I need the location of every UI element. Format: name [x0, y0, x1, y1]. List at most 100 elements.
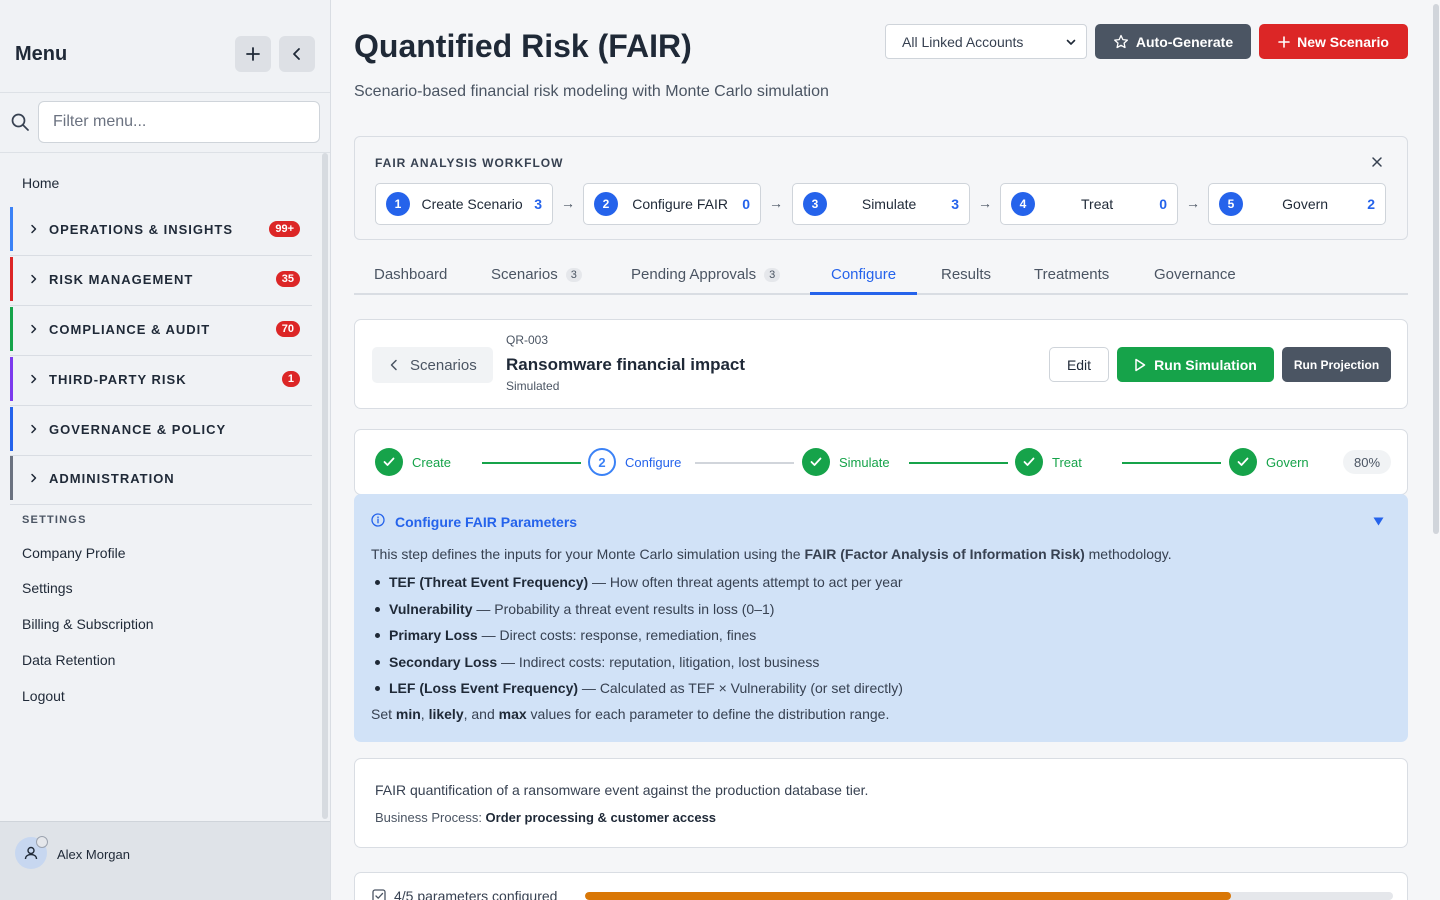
tab-treatments[interactable]: Treatments — [1034, 266, 1109, 283]
filter-menu-input[interactable] — [38, 101, 320, 143]
step-name: Treat — [1081, 196, 1114, 212]
tab-label: Dashboard — [374, 266, 448, 283]
count-badge: 70 — [275, 321, 300, 337]
checkbox-icon — [372, 889, 386, 900]
parameter-term: Secondary Loss — [389, 653, 498, 670]
main-scrollbar[interactable] — [1432, 0, 1440, 900]
foot-text: values for each parameter to define the … — [526, 706, 890, 722]
progress-step[interactable]: Create — [375, 448, 451, 476]
chevron-right-icon — [31, 473, 37, 483]
foot-min: min — [395, 706, 421, 722]
chevron-right-icon — [31, 424, 37, 434]
divider — [10, 405, 312, 406]
parameters-progress-bar — [585, 892, 1393, 900]
workflow-step[interactable]: 4 Treat 0 — [1000, 183, 1178, 225]
chevron-right-icon — [31, 374, 37, 384]
sidebar-group[interactable]: RISK MANAGEMENT 35 — [10, 257, 312, 301]
progress-step[interactable]: Govern — [1229, 448, 1309, 476]
sidebar-settings-link[interactable]: Logout — [22, 688, 65, 704]
check-icon — [1023, 457, 1035, 466]
collapse-sidebar-button[interactable] — [279, 36, 315, 72]
run-simulation-button[interactable]: Run Simulation — [1117, 347, 1274, 382]
arrow-right-icon: → — [561, 195, 575, 211]
info-intro-bold: FAIR (Factor Analysis of Information Ris… — [804, 546, 1085, 562]
info-intro-end: methodology. — [1084, 546, 1172, 562]
progress-percent: 80% — [1343, 450, 1391, 474]
foot-max: max — [498, 706, 527, 722]
sidebar-group-label: GOVERNANCE & POLICY — [49, 421, 227, 437]
workflow-step[interactable]: 5 Govern 2 — [1208, 183, 1386, 225]
sidebar-group[interactable]: ADMINISTRATION — [10, 456, 312, 500]
sidebar-group[interactable]: GOVERNANCE & POLICY — [10, 407, 312, 451]
tab-bar: Dashboard Scenarios 3 Pending Approvals 3 Con… — [354, 255, 1408, 295]
sidebar-header: Menu — [0, 0, 330, 93]
tab-pending-approvals[interactable]: Pending Approvals 3 — [631, 266, 781, 283]
sidebar-group[interactable]: COMPLIANCE & AUDIT 70 — [10, 307, 312, 351]
sidebar-settings-link[interactable]: Data Retention — [22, 652, 115, 668]
auto-generate-button[interactable]: Auto-Generate — [1095, 24, 1251, 59]
tab-scenarios[interactable]: Scenarios 3 — [491, 266, 582, 283]
tab-label: Configure — [831, 266, 897, 283]
step-count: 3 — [951, 196, 959, 212]
account-select-value: All Linked Accounts — [902, 33, 1024, 50]
progress-step[interactable]: 2 Configure — [588, 448, 681, 476]
count-badge: 1 — [281, 371, 300, 387]
step-number: 3 — [803, 192, 827, 216]
sidebar: Menu Home OPERATIONS & INSIGHTS 99+ RISK M… — [0, 0, 331, 900]
chevron-left-icon — [293, 48, 300, 60]
info-intro-text: This step defines the inputs for your Mo… — [371, 546, 805, 562]
sidebar-settings-link[interactable]: Settings — [22, 580, 73, 596]
plus-icon — [246, 47, 260, 61]
back-to-scenarios-button[interactable]: Scenarios — [372, 347, 493, 383]
tab-label: Governance — [1154, 266, 1236, 283]
sidebar-scrollbar[interactable] — [322, 153, 328, 819]
parameter-item: Primary Loss — Direct costs: response, r… — [371, 627, 903, 654]
settings-heading: SETTINGS — [22, 514, 87, 526]
tab-dashboard[interactable]: Dashboard — [374, 266, 447, 283]
divider — [10, 305, 312, 306]
sidebar-item-home[interactable]: Home — [22, 175, 59, 191]
info-footer: Set min, likely, and max values for each… — [371, 706, 889, 722]
parameter-term: TEF (Threat Event Frequency) — [389, 574, 589, 590]
sidebar-settings-link[interactable]: Company Profile — [22, 545, 126, 561]
sidebar-group[interactable]: THIRD-PARTY RISK 1 — [10, 357, 312, 401]
step-indicator — [1229, 448, 1257, 476]
workflow-step[interactable]: 1 Create Scenario 3 — [375, 183, 553, 225]
tab-configure[interactable]: Configure — [831, 266, 896, 283]
check-icon — [810, 457, 822, 466]
close-icon[interactable] — [1371, 156, 1383, 168]
run-projection-button[interactable]: Run Projection — [1282, 347, 1391, 382]
step-indicator — [802, 448, 830, 476]
progress-step[interactable]: Simulate — [802, 448, 890, 476]
parameter-desc: — How often threat agents attempt to act… — [588, 574, 903, 590]
chevron-right-icon — [31, 274, 37, 284]
new-scenario-button[interactable]: New Scenario — [1259, 24, 1408, 59]
edit-button[interactable]: Edit — [1049, 347, 1109, 382]
parameter-term: Primary Loss — [389, 627, 478, 643]
sidebar-group[interactable]: OPERATIONS & INSIGHTS 99+ — [10, 207, 312, 251]
step-number: 5 — [1219, 192, 1243, 216]
tab-results[interactable]: Results — [941, 266, 991, 283]
arrow-right-icon: → — [978, 195, 992, 211]
user-footer[interactable]: Alex Morgan — [0, 821, 330, 900]
foot-text: , and — [463, 706, 499, 722]
business-process: Business Process: Order processing & cus… — [375, 810, 716, 825]
collapse-caret-icon[interactable] — [1373, 517, 1384, 526]
progress-step[interactable]: Treat — [1015, 448, 1082, 476]
step-number: 2 — [594, 192, 618, 216]
step-indicator — [375, 448, 403, 476]
workflow-step[interactable]: 3 Simulate 3 — [792, 183, 970, 225]
account-select[interactable]: All Linked Accounts — [885, 24, 1087, 59]
parameter-term: Vulnerability — [389, 600, 473, 617]
sidebar-settings-link[interactable]: Billing & Subscription — [22, 616, 154, 632]
back-label: Scenarios — [410, 356, 477, 374]
business-process-label: Business Process: — [375, 810, 486, 825]
check-icon — [1237, 457, 1249, 466]
step-label: Treat — [1052, 454, 1082, 470]
add-menu-button[interactable] — [235, 36, 271, 72]
tab-governance[interactable]: Governance — [1154, 266, 1236, 283]
main-scrollbar-thumb[interactable] — [1433, 4, 1439, 534]
count-badge: 35 — [275, 271, 300, 287]
workflow-step[interactable]: 2 Configure FAIR 0 — [583, 183, 761, 225]
step-indicator — [1015, 448, 1043, 476]
